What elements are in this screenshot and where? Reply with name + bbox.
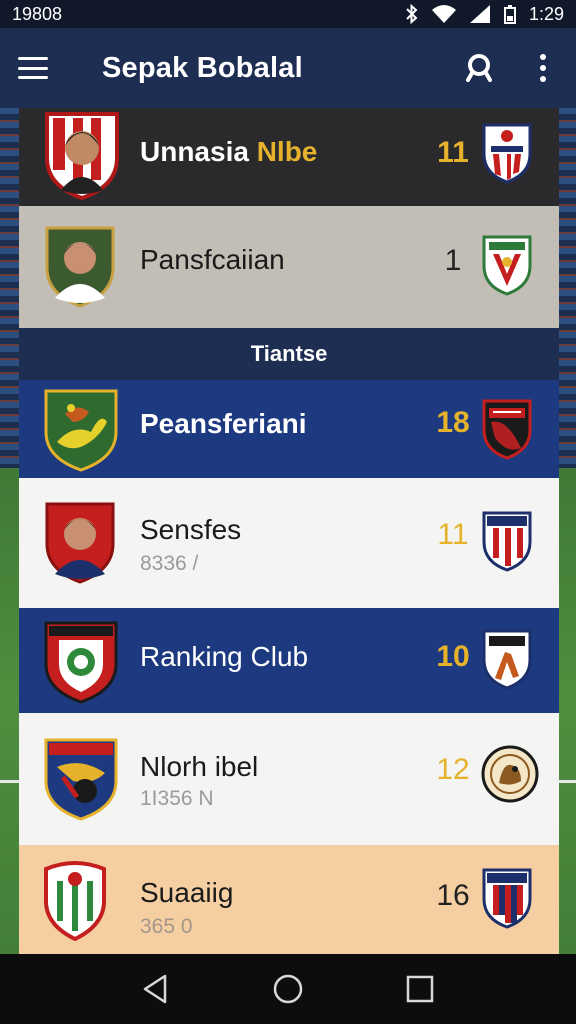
player-crest-icon (45, 112, 119, 200)
club-shield-icon (482, 629, 532, 690)
status-time-left: 19808 (12, 3, 63, 24)
club-shield-icon (482, 123, 532, 184)
system-nav-bar (0, 954, 576, 1024)
club-crest-icon (44, 738, 118, 821)
club-name: Peansferiani (140, 408, 307, 439)
section-header: Tiantse (19, 328, 559, 380)
list-item[interactable]: Unnasia Nlbe 11 (19, 108, 559, 206)
home-icon[interactable] (271, 972, 305, 1006)
list-item[interactable]: Suaaiig 365 0 16 (19, 845, 559, 955)
club-crest-icon (44, 389, 118, 472)
wifi-icon (431, 5, 456, 23)
back-icon[interactable] (139, 972, 173, 1006)
club-name: Suaaiig (140, 877, 234, 908)
list-item[interactable]: Pansfcaiian 1 (19, 206, 559, 328)
more-options-icon[interactable] (538, 54, 548, 82)
status-icons: 1:29 (405, 4, 564, 25)
recents-icon[interactable] (403, 972, 437, 1006)
list-item[interactable]: Ranking Club 10 (19, 608, 559, 713)
club-score: 10 (436, 640, 470, 673)
club-subtitle: 8336 / (140, 552, 199, 575)
status-time-right: 1:29 (528, 3, 564, 24)
club-name-part: Unnasia (140, 136, 257, 167)
list-item[interactable]: Peansferiani 18 (19, 380, 559, 478)
club-score: 11 (437, 518, 469, 551)
club-subtitle: 1I356 N (140, 787, 214, 810)
club-score: 18 (436, 406, 470, 439)
status-bar: 19808 1:29 (0, 0, 576, 28)
club-name-highlight: Nlbe (256, 136, 318, 167)
club-crest-icon (44, 621, 118, 704)
player-crest-icon (45, 502, 115, 584)
club-shield-icon (482, 399, 532, 460)
club-name: Ranking Club (140, 641, 309, 672)
club-name: Unnasia Nlbe (140, 136, 317, 168)
club-crest-icon (44, 861, 106, 941)
club-shield-icon (482, 868, 532, 929)
signal-icon (469, 5, 490, 23)
club-subtitle: 365 0 (140, 915, 193, 938)
hamburger-menu-icon[interactable] (18, 57, 48, 79)
club-shield-icon (482, 235, 532, 296)
list-item[interactable]: Sensfes 8336 / 11 (19, 478, 559, 608)
bluetooth-icon (406, 4, 418, 24)
club-name: Pansfcaiian (140, 244, 285, 275)
app-bar: Sepak Bobalal (0, 28, 576, 108)
club-round-badge-icon (481, 745, 539, 803)
club-name: Nlorh ibel (140, 751, 259, 782)
list-item[interactable]: Nlorh ibel 1I356 N 12 (19, 713, 559, 845)
battery-icon (503, 5, 516, 24)
club-score: 11 (437, 136, 469, 169)
club-list: Unnasia Nlbe 11 Pansfcaiian 1 Tiantse Pe… (19, 108, 559, 955)
player-crest-icon (45, 226, 115, 308)
club-score: 16 (436, 879, 470, 912)
club-score: 12 (436, 753, 470, 786)
club-score: 1 (444, 244, 462, 277)
search-icon[interactable] (464, 53, 494, 83)
club-name: Sensfes (140, 514, 242, 545)
club-shield-icon (482, 511, 532, 572)
app-title: Sepak Bobalal (102, 51, 303, 84)
